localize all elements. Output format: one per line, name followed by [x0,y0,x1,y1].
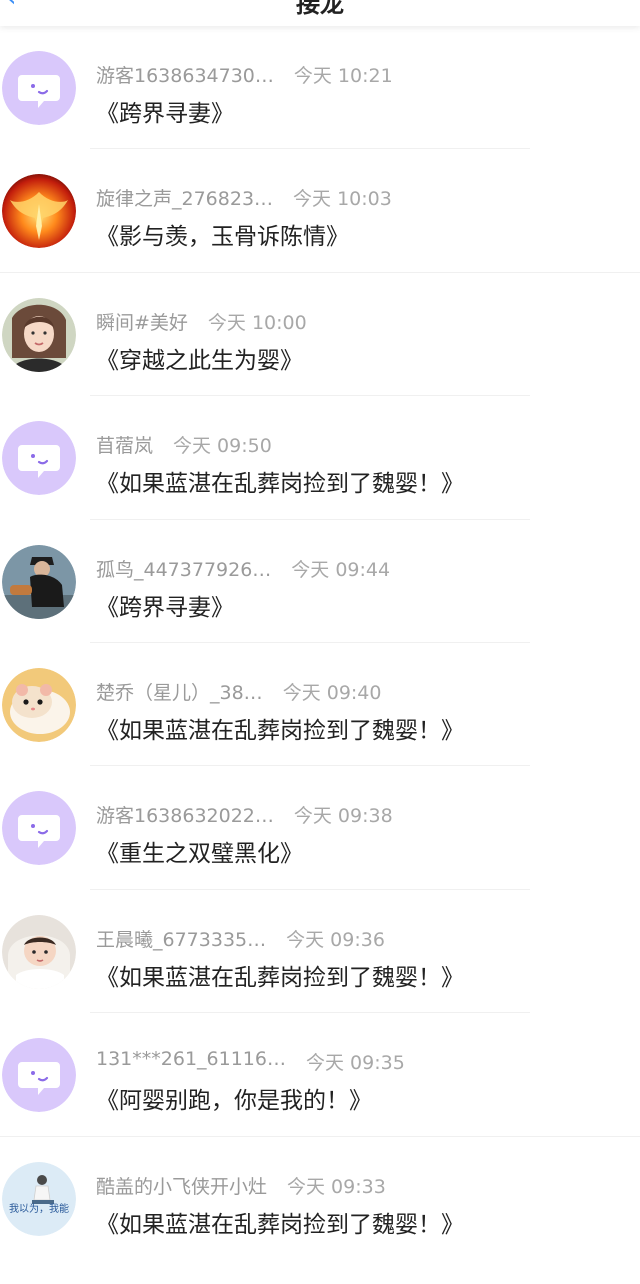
top-bar: ‹ 接龙 [0,0,640,26]
list-item[interactable]: 旋律之声_276823… 今天 10:03 《影与羡，玉骨诉陈情》 [0,149,640,273]
user-name[interactable]: 苜蓿岚 [96,431,153,457]
person-avatar-icon [2,544,76,619]
user-name[interactable]: 131***261_61116… [96,1048,286,1074]
avatar[interactable] [2,1038,76,1113]
list-item[interactable]: 游客1638634730… 今天 10:21 《跨界寻妻》 [0,26,640,150]
text-photo-avatar-icon: 我以为，我能 [2,1161,76,1236]
list-item[interactable]: 苜蓿岚 今天 09:50 《如果蓝湛在乱葬岗捡到了魏婴！》 [0,396,640,520]
user-name[interactable]: 王晨曦_6773335… [96,925,266,951]
avatar-caption: 我以为，我能 [9,1202,69,1215]
message-text: 《重生之双璧黑化》 [96,841,303,868]
avatar[interactable] [2,544,76,619]
avatar[interactable]: 我以为，我能 [2,1161,76,1236]
list-item[interactable]: 131***261_61116… 今天 09:35 《阿婴别跑，你是我的！》 [0,1013,640,1137]
chat-bubble-icon [2,421,76,496]
list-item[interactable]: 王晨曦_6773335… 今天 09:36 《如果蓝湛在乱葬岗捡到了魏婴！》 [0,890,640,1014]
timestamp: 今天 09:50 [173,435,272,458]
timestamp: 今天 09:40 [282,681,382,704]
message-text: 《如果蓝湛在乱葬岗捡到了魏婴！》 [96,964,464,991]
chat-bubble-icon [2,791,76,866]
user-name[interactable]: 酷盖的小飞侠开小灶 [96,1172,267,1198]
message-text: 《穿越之此生为婴》 [96,347,303,374]
phoenix-avatar-icon [2,174,76,249]
timestamp: 今天 09:35 [305,1052,405,1075]
list-item[interactable]: 瞬间#美好 今天 10:00 《穿越之此生为婴》 [0,273,640,397]
chat-bubble-icon [2,51,76,125]
avatar[interactable] [2,914,76,989]
avatar[interactable] [2,791,76,866]
avatar[interactable] [2,421,76,496]
message-text: 《如果蓝湛在乱葬岗捡到了魏婴！》 [96,717,464,744]
avatar[interactable] [2,174,76,249]
user-name[interactable]: 瞬间#美好 [96,308,188,334]
woman-avatar-icon [2,297,76,372]
message-text: 《跨界寻妻》 [96,594,234,621]
timestamp: 今天 09:33 [287,1175,386,1198]
hamster-avatar-icon [2,667,76,742]
avatar[interactable] [2,297,76,372]
message-text: 《如果蓝湛在乱葬岗捡到了魏婴！》 [96,471,464,498]
message-text: 《影与羡，玉骨诉陈情》 [96,224,349,251]
user-name[interactable]: 楚乔（星儿）_38… [96,678,263,704]
list-item[interactable]: 孤鸟_447377926… 今天 09:44 《跨界寻妻》 [0,520,640,643]
list-item[interactable]: 游客1638632022… 今天 09:38 《重生之双璧黑化》 [0,766,640,890]
message-text: 《如果蓝湛在乱葬岗捡到了魏婴！》 [96,1211,464,1238]
user-name[interactable]: 游客1638634730… [96,61,274,87]
user-name[interactable]: 孤鸟_447377926… [96,555,271,581]
chat-bubble-icon [2,1038,76,1113]
message-text: 《阿婴别跑，你是我的！》 [96,1088,372,1115]
page-title: 接龙 [296,0,344,18]
list-item[interactable]: 我以为，我能 酷盖的小飞侠开小灶 今天 09:33 《如果蓝湛在乱葬岗捡到了魏婴… [0,1137,640,1260]
list-item[interactable]: 楚乔（星儿）_38… 今天 09:40 《如果蓝湛在乱葬岗捡到了魏婴！》 [0,643,640,767]
user-name[interactable]: 旋律之声_276823… [96,184,273,210]
relay-list: 游客1638634730… 今天 10:21 《跨界寻妻》 旋律之声_27682… [0,26,640,1260]
timestamp: 今天 09:36 [286,928,385,951]
user-name[interactable]: 游客1638632022… [96,801,274,827]
timestamp: 今天 10:03 [293,188,392,211]
timestamp: 今天 09:44 [291,558,391,581]
timestamp: 今天 10:00 [207,311,307,334]
message-text: 《跨界寻妻》 [96,101,234,127]
avatar[interactable] [2,667,76,742]
baby-avatar-icon [2,914,76,989]
timestamp: 今天 09:38 [293,805,393,828]
timestamp: 今天 10:21 [293,65,393,87]
avatar[interactable] [2,51,76,125]
